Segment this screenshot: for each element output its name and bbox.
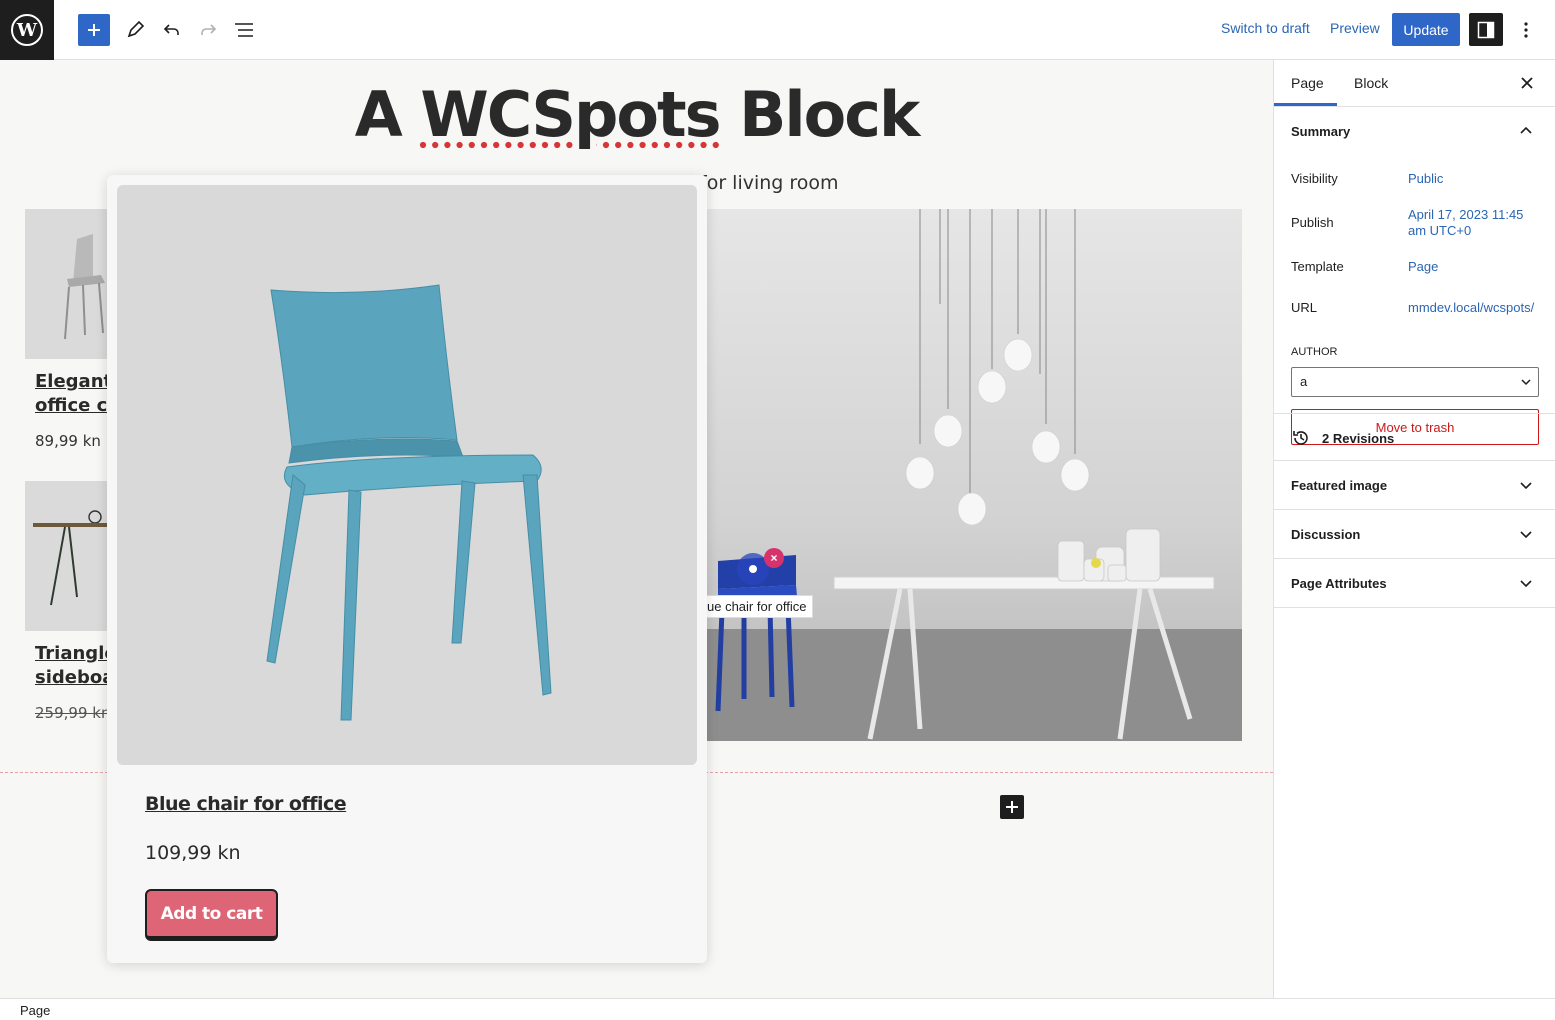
summary-panel-toggle[interactable]: Summary <box>1274 107 1555 156</box>
page-title[interactable]: A WCSpots Block <box>0 78 1273 151</box>
hotspot-image[interactable] <box>700 209 1242 741</box>
page-attributes-label: Page Attributes <box>1291 576 1387 591</box>
hotspot-tooltip: ue chair for office <box>700 595 814 618</box>
product-name[interactable]: Elegant voffice ch <box>35 370 115 418</box>
add-to-cart-button[interactable]: Add to cart <box>145 889 278 941</box>
featured-image-label: Featured image <box>1291 478 1388 493</box>
hotspot-remove-icon[interactable]: × <box>764 548 784 568</box>
settings-sidebar: Page Block Summary Visibility Public Pub… <box>1273 60 1555 998</box>
product-popover: Blue chair for office 109,99 kn Add to c… <box>107 175 707 963</box>
publish-date-value[interactable]: April 17, 2023 11:45 am UTC+0 <box>1408 207 1528 239</box>
block-inserter-button[interactable] <box>78 14 110 46</box>
product-image[interactable] <box>25 209 115 359</box>
publish-label: Publish <box>1291 215 1334 230</box>
revisions-button[interactable]: 2 Revisions <box>1274 413 1555 461</box>
visibility-label: Visibility <box>1291 171 1338 186</box>
visibility-value[interactable]: Public <box>1408 171 1540 187</box>
preview-link[interactable]: Preview <box>1330 20 1380 36</box>
template-value[interactable]: Page <box>1408 259 1540 275</box>
url-label: URL <box>1291 300 1318 315</box>
svg-text:W: W <box>16 20 38 41</box>
page-attributes-panel-toggle[interactable]: Page Attributes <box>1274 559 1555 608</box>
block-breadcrumb-bar: Page <box>0 998 1555 1020</box>
chevron-down-icon <box>1520 580 1532 588</box>
product-price: 109,99 kn <box>145 842 241 864</box>
editor-toolbar: W Switch to draft Preview Update <box>0 0 1555 60</box>
redo-icon[interactable] <box>192 14 224 46</box>
sidebar-tabs: Page Block <box>1274 60 1555 107</box>
featured-image-panel-toggle[interactable]: Featured image <box>1274 461 1555 510</box>
product-price: 259,99 kn <box>35 704 111 722</box>
template-label: Template <box>1291 259 1344 274</box>
active-tab-indicator <box>1274 103 1337 106</box>
product-image[interactable] <box>25 481 115 631</box>
add-block-button[interactable] <box>1000 795 1024 819</box>
author-select[interactable]: a <box>1291 367 1539 397</box>
chevron-down-icon <box>1520 531 1532 539</box>
breadcrumb-page[interactable]: Page <box>20 1003 50 1018</box>
chevron-down-icon <box>1521 379 1531 386</box>
author-label: AUTHOR <box>1291 346 1338 358</box>
more-options-icon[interactable] <box>1512 13 1540 46</box>
product-title-link[interactable]: Blue chair for office <box>145 793 347 815</box>
close-icon[interactable] <box>1518 74 1536 92</box>
settings-toggle-button[interactable] <box>1469 13 1503 46</box>
product-price: 89,99 kn <box>35 432 101 450</box>
discussion-label: Discussion <box>1291 527 1361 542</box>
wordpress-logo-icon[interactable]: W <box>0 0 54 60</box>
block-subtitle[interactable]: for living room <box>700 172 839 194</box>
document-overview-icon[interactable] <box>228 14 260 46</box>
revisions-label: 2 Revisions <box>1322 431 1395 446</box>
discussion-panel-toggle[interactable]: Discussion <box>1274 510 1555 559</box>
author-selected-value: a <box>1300 374 1308 389</box>
undo-icon[interactable] <box>156 14 188 46</box>
summary-label: Summary <box>1291 124 1351 139</box>
tab-block[interactable]: Block <box>1354 75 1388 91</box>
url-value[interactable]: mmdev.local/wcspots/ <box>1408 300 1536 316</box>
product-image[interactable] <box>117 185 697 765</box>
sidebar-panel-icon <box>1477 21 1495 38</box>
chevron-down-icon <box>1520 482 1532 490</box>
chevron-up-icon <box>1520 126 1532 134</box>
edit-tools-icon[interactable] <box>119 14 151 46</box>
tab-page[interactable]: Page <box>1291 75 1324 91</box>
switch-to-draft-link[interactable]: Switch to draft <box>1221 20 1310 36</box>
product-name[interactable]: Triangle sideboar <box>35 642 115 690</box>
update-button[interactable]: Update <box>1392 13 1460 46</box>
history-icon <box>1293 431 1308 445</box>
